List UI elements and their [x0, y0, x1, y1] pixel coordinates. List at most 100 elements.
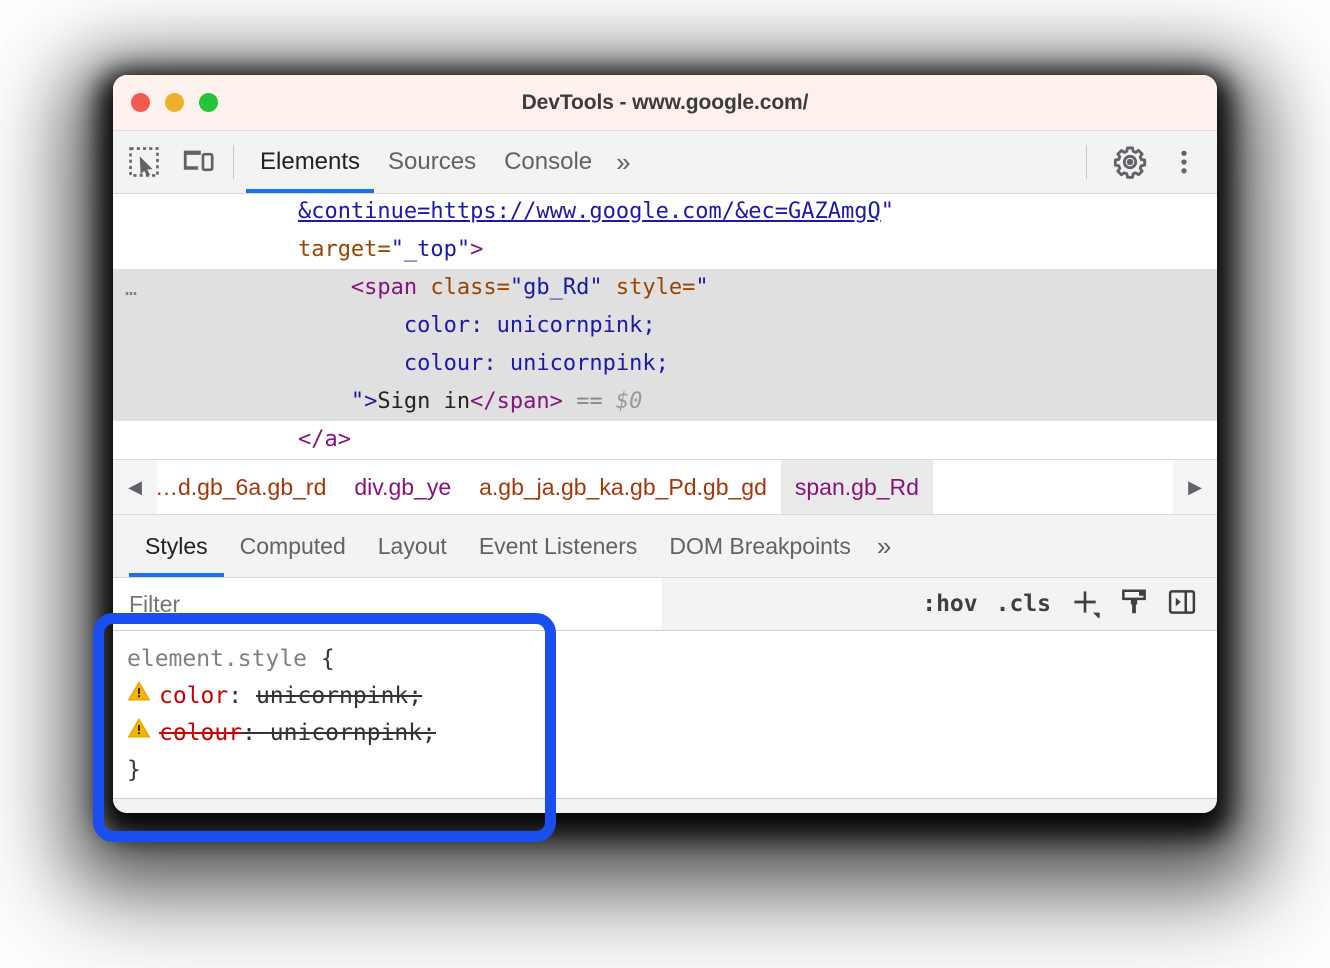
tab-layout[interactable]: Layout — [362, 515, 463, 577]
more-styles-tabs-icon[interactable]: » — [867, 531, 897, 562]
styles-filter-bar: :hov .cls — [113, 578, 1217, 631]
styles-pane-footer — [113, 798, 1217, 813]
tab-event-listeners-label: Event Listeners — [479, 533, 638, 560]
css-property-value[interactable]: unicornpink; — [256, 678, 422, 715]
dom-token-val: "gb_Rd" — [510, 275, 603, 300]
dom-token-tag: <span — [351, 275, 417, 300]
breadcrumb-item[interactable]: span.gb_Rd — [781, 460, 933, 514]
dom-token-attr: = — [682, 275, 695, 300]
dom-collapsed-children-icon[interactable]: … — [125, 269, 138, 307]
breadcrumb-items: …d.gb_6a.gb_rddiv.gb_yea.gb_ja.gb_ka.gb_… — [157, 460, 1173, 514]
toggle-element-state-button[interactable]: :hov — [922, 591, 977, 617]
dom-token-attr: = — [377, 237, 390, 262]
tab-elements-label: Elements — [260, 148, 360, 176]
dom-token-val: " — [695, 275, 708, 300]
styles-pane-tabs: Styles Computed Layout Event Listeners D… — [113, 515, 1217, 578]
tab-computed-label: Computed — [240, 533, 346, 560]
css-close-brace: } — [127, 752, 1217, 789]
window-title: DevTools - www.google.com/ — [113, 91, 1217, 115]
devtools-window: DevTools - www.google.com/ Elements Sour… — [113, 75, 1217, 813]
tab-styles[interactable]: Styles — [129, 515, 224, 577]
dom-tree-line[interactable]: color: unicornpink; — [113, 307, 1217, 345]
dom-tree-line[interactable]: ">Sign in</span> == $0 — [113, 383, 1217, 421]
tab-console-label: Console — [504, 148, 592, 176]
tab-dom-breakpoints-label: DOM Breakpoints — [669, 533, 851, 560]
tab-sources[interactable]: Sources — [374, 131, 490, 193]
gear-icon[interactable] — [1107, 139, 1153, 185]
paint-brush-icon[interactable] — [1119, 587, 1149, 622]
dom-token-val: " — [881, 199, 894, 224]
inspect-element-icon[interactable] — [121, 139, 167, 185]
css-property-name[interactable]: color — [159, 678, 228, 715]
element-classes-button[interactable]: .cls — [996, 591, 1051, 617]
warning-triangle-icon — [127, 715, 153, 752]
tab-elements[interactable]: Elements — [246, 131, 374, 193]
dom-indent — [139, 275, 351, 300]
dom-indent — [139, 351, 404, 376]
tab-layout-label: Layout — [378, 533, 447, 560]
dom-breadcrumb-bar: ◀ …d.gb_6a.gb_rddiv.gb_yea.gb_ja.gb_ka.g… — [113, 459, 1217, 515]
css-rule-selector[interactable]: element.style { — [127, 641, 1217, 678]
breadcrumb-item[interactable]: a.gb_ja.gb_ka.gb_Pd.gb_gd — [465, 460, 781, 514]
dom-token-val: "> — [351, 389, 378, 414]
dom-indent — [139, 237, 298, 262]
dom-token-text: Sign in — [377, 389, 470, 414]
more-panels-icon[interactable]: » — [606, 147, 636, 178]
filter-input[interactable] — [127, 590, 662, 619]
plus-icon[interactable] — [1069, 586, 1101, 623]
tab-event-listeners[interactable]: Event Listeners — [463, 515, 654, 577]
breadcrumb-scroll-left-icon[interactable]: ◀ — [113, 460, 157, 514]
toolbar-divider-right — [1086, 145, 1087, 179]
dom-token-attr: target — [298, 237, 377, 262]
dom-indent — [139, 389, 351, 414]
tab-console[interactable]: Console — [490, 131, 606, 193]
dom-tree-line[interactable]: colour: unicornpink; — [113, 345, 1217, 383]
devtools-main-toolbar: Elements Sources Console » — [113, 131, 1217, 194]
filter-input-container[interactable] — [113, 578, 662, 630]
warning-triangle-icon — [127, 678, 153, 715]
css-open-brace: { — [307, 641, 335, 678]
dom-token-val: "_top" — [391, 237, 470, 262]
dom-tree-line[interactable]: </a> — [113, 421, 1217, 459]
dom-tree-line[interactable]: … <span class="gb_Rd" style=" — [113, 269, 1217, 307]
styles-rules-panel[interactable]: element.style {color: unicornpink;colour… — [113, 631, 1217, 789]
dom-tree-panel[interactable]: &continue=https://www.google.com/&ec=GAZ… — [113, 194, 1217, 459]
tab-sources-label: Sources — [388, 148, 476, 176]
dom-token-attr: style — [616, 275, 682, 300]
dom-token-attr: class — [430, 275, 496, 300]
tab-computed[interactable]: Computed — [224, 515, 362, 577]
dom-token-tag: > — [470, 237, 483, 262]
css-selector-text: element.style — [127, 641, 307, 678]
css-property-name[interactable]: colour — [159, 715, 242, 752]
window-title-bar: DevTools - www.google.com/ — [113, 75, 1217, 131]
dom-indent — [139, 313, 404, 338]
dom-tree-line[interactable]: target="_top"> — [113, 231, 1217, 269]
css-declaration[interactable]: color: unicornpink; — [127, 678, 1217, 715]
css-colon: : — [228, 678, 256, 715]
dom-token-attr: = — [497, 275, 510, 300]
tab-styles-label: Styles — [145, 533, 208, 560]
dom-token-tag: </a> — [298, 427, 351, 452]
breadcrumb-scroll-right-icon[interactable]: ▶ — [1173, 460, 1217, 514]
dom-token-text — [603, 275, 616, 300]
dom-token-link: &continue=https://www.google.com/&ec=GAZ… — [298, 199, 881, 224]
dom-token-val: colour: unicornpink; — [404, 351, 669, 376]
breadcrumb-item[interactable]: div.gb_ye — [340, 460, 465, 514]
toolbar-right-group — [1074, 139, 1217, 185]
dom-indent — [139, 427, 298, 452]
dom-indent — [139, 199, 298, 224]
tab-dom-breakpoints[interactable]: DOM Breakpoints — [653, 515, 867, 577]
device-toolbar-icon[interactable] — [175, 139, 221, 185]
dom-tree-line[interactable]: &continue=https://www.google.com/&ec=GAZ… — [113, 194, 1217, 231]
toolbar-divider — [233, 145, 234, 179]
dom-token-eq: == — [563, 389, 616, 414]
sidebar-toggle-icon[interactable] — [1167, 587, 1197, 622]
dom-token-val: color: unicornpink; — [404, 313, 656, 338]
kebab-menu-icon[interactable] — [1161, 139, 1207, 185]
dom-token-dollar: $0 — [616, 389, 643, 414]
css-property-value[interactable]: unicornpink; — [270, 715, 436, 752]
dom-token-tag: </span> — [470, 389, 563, 414]
breadcrumb-item[interactable]: …d.gb_6a.gb_rd — [157, 460, 340, 514]
css-declaration[interactable]: colour: unicornpink; — [127, 715, 1217, 752]
dom-token-text — [417, 275, 430, 300]
